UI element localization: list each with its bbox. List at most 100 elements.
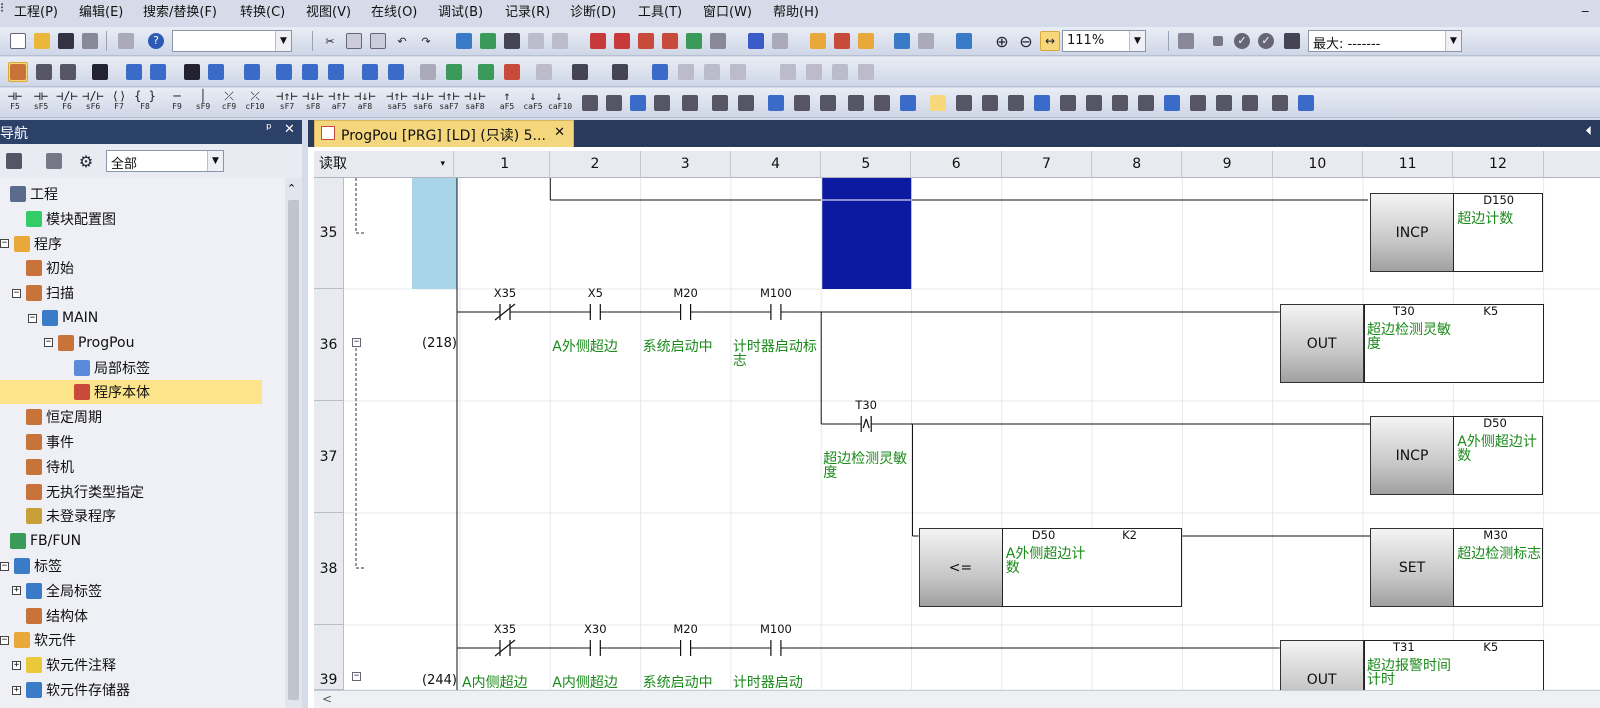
save-icon[interactable] [56, 31, 76, 51]
expand-icon[interactable]: + [12, 685, 21, 695]
cross-ref-icon[interactable] [360, 62, 380, 82]
open-folder-icon[interactable] [32, 31, 52, 51]
comment-edit-icon[interactable] [444, 62, 464, 82]
device-combo[interactable]: ▼ [172, 30, 292, 52]
device-use-icon[interactable] [326, 62, 346, 82]
tree-item[interactable]: + 软元件存储器 [0, 678, 285, 702]
zoom-in-icon[interactable]: ⊕ [992, 31, 1012, 51]
ladder-tool-icon[interactable] [818, 93, 838, 113]
expand-icon[interactable]: + [12, 660, 21, 670]
window-minimize-button[interactable]: _ [1582, 0, 1589, 13]
simulation-start-icon[interactable] [808, 31, 828, 51]
incp-instruction[interactable]: INCP [1370, 193, 1454, 272]
close-icon[interactable]: ✕ [284, 122, 295, 137]
collapse-icon[interactable]: − [28, 313, 37, 323]
collapse-icon[interactable]: − [44, 338, 53, 348]
collapse-icon[interactable]: − [0, 239, 9, 249]
ladder-tool-icon[interactable] [898, 93, 918, 113]
tree-item[interactable]: 未登录程序 [0, 504, 285, 528]
menu-record[interactable]: 记录(R) [505, 1, 550, 20]
ladder-key-af5[interactable]: ↑ aF5 [496, 90, 518, 112]
zoom-combo[interactable]: 111% ▼ [1062, 30, 1146, 52]
tree-item[interactable]: 事件 [0, 430, 285, 454]
tree-item[interactable]: 初始 [0, 256, 285, 280]
simulation-pause-icon[interactable] [856, 31, 876, 51]
cross-ref-window-icon[interactable] [386, 62, 406, 82]
ladder-tool-icon[interactable] [580, 93, 600, 113]
ladder-key-sf8[interactable]: ⊣↓⊢ sF8 [302, 90, 324, 112]
ladder-tool-icon[interactable] [1110, 93, 1130, 113]
statement-icon[interactable] [476, 62, 496, 82]
tool-disabled-icon[interactable] [534, 62, 554, 82]
device-test-icon[interactable] [770, 31, 790, 51]
new-file-icon[interactable] [8, 31, 28, 51]
ladder-tool-icon[interactable] [954, 93, 974, 113]
properties-icon[interactable] [116, 31, 136, 51]
print-icon[interactable] [80, 31, 100, 51]
ladder-key-sf5[interactable]: ⊣⊢ sF5 [30, 90, 52, 112]
monitor-write-icon[interactable] [708, 31, 728, 51]
note-icon[interactable] [502, 62, 522, 82]
window2-icon[interactable] [148, 62, 168, 82]
zoom-out-icon[interactable]: ⊖ [1016, 31, 1036, 51]
program-list-icon[interactable] [34, 62, 54, 82]
ladder-key-cf10[interactable]: ⤫ cF10 [244, 90, 266, 112]
tree-item[interactable]: 局部标签 [0, 356, 285, 380]
layout3-icon[interactable] [830, 62, 850, 82]
tree-item[interactable]: 模块配置图 [0, 207, 285, 231]
ladder-key-caf10[interactable]: ↓ caF10 [548, 90, 572, 112]
menu-online[interactable]: 在线(O) [371, 1, 417, 20]
scan-time-icon[interactable] [1282, 31, 1302, 51]
tree-item[interactable]: − ProgPou [0, 331, 285, 355]
incp-instruction[interactable]: INCP [1370, 416, 1454, 495]
set-instruction[interactable]: SET [1370, 528, 1454, 607]
ladder-key-af8[interactable]: ⊣↓⊢ aF8 [354, 90, 376, 112]
row-number[interactable]: 37 [314, 401, 344, 513]
tree-item[interactable]: − 程序 [0, 232, 285, 256]
horizontal-scrollbar[interactable]: < [314, 690, 1600, 708]
menu-diagnose[interactable]: 诊断(D) [570, 1, 616, 20]
ladder-tool-icon[interactable] [628, 93, 648, 113]
collapse-icon[interactable] [44, 151, 64, 171]
device-find-icon[interactable] [274, 62, 294, 82]
collapse-icon[interactable]: − [352, 672, 361, 681]
row-number[interactable]: 36 [314, 289, 344, 401]
screen2-icon[interactable] [676, 62, 696, 82]
ladder-tool-icon[interactable] [710, 93, 730, 113]
collapse-icon[interactable]: − [352, 338, 361, 347]
ladder-tool-icon[interactable] [928, 93, 948, 113]
verify-plc-icon[interactable] [636, 31, 656, 51]
out-instruction[interactable]: OUT [1279, 304, 1364, 383]
zoom-fit-icon[interactable]: ↔ [1040, 31, 1060, 51]
compile-icon[interactable] [454, 31, 474, 51]
scroll-left-icon[interactable]: < [322, 692, 332, 706]
ladder-tool-icon[interactable] [1058, 93, 1078, 113]
tab-close-icon[interactable]: ✕ [554, 125, 565, 140]
max-combo[interactable]: 最大: ------- ▼ [1308, 30, 1462, 52]
monitor-stop-icon[interactable] [684, 31, 704, 51]
write-plc-icon[interactable] [588, 31, 608, 51]
device-batch-icon[interactable] [746, 31, 766, 51]
ladder-key-saf6[interactable]: ⊣↓⊢ saF6 [412, 90, 434, 112]
ladder-key-sf7[interactable]: ⊣↑⊢ sF7 [276, 90, 298, 112]
ladder-key-af7[interactable]: ⊣↑⊢ aF7 [328, 90, 350, 112]
ladder-key-caf5[interactable]: ↓ caF5 [522, 90, 544, 112]
help-icon[interactable]: ? [146, 31, 166, 51]
rebuild-icon[interactable] [502, 31, 522, 51]
tree-view-icon[interactable] [4, 151, 24, 171]
ladder-tool-icon[interactable] [980, 93, 1000, 113]
tree-item[interactable]: − 标签 [0, 554, 285, 578]
ladder-key-f7[interactable]: ⟨⟩ F7 [108, 90, 130, 112]
ladder-key-saf8[interactable]: ⊣↓⊢ saF8 [464, 90, 486, 112]
screen3-icon[interactable] [702, 62, 722, 82]
check-all-icon[interactable] [550, 31, 570, 51]
ladder-tool-icon[interactable] [872, 93, 892, 113]
ok-icon[interactable]: ✓ [1232, 31, 1252, 51]
ladder-key-f6[interactable]: ⊣/⊢ F6 [56, 90, 78, 112]
ladder-tool-icon[interactable] [766, 93, 786, 113]
find-window-icon[interactable] [206, 62, 226, 82]
scroll-up-icon[interactable]: ⌃ [287, 182, 296, 195]
scrollbar-thumb[interactable] [288, 200, 299, 700]
expand-icon[interactable]: + [12, 586, 21, 596]
tree-item[interactable]: FB/FUN [0, 529, 285, 553]
